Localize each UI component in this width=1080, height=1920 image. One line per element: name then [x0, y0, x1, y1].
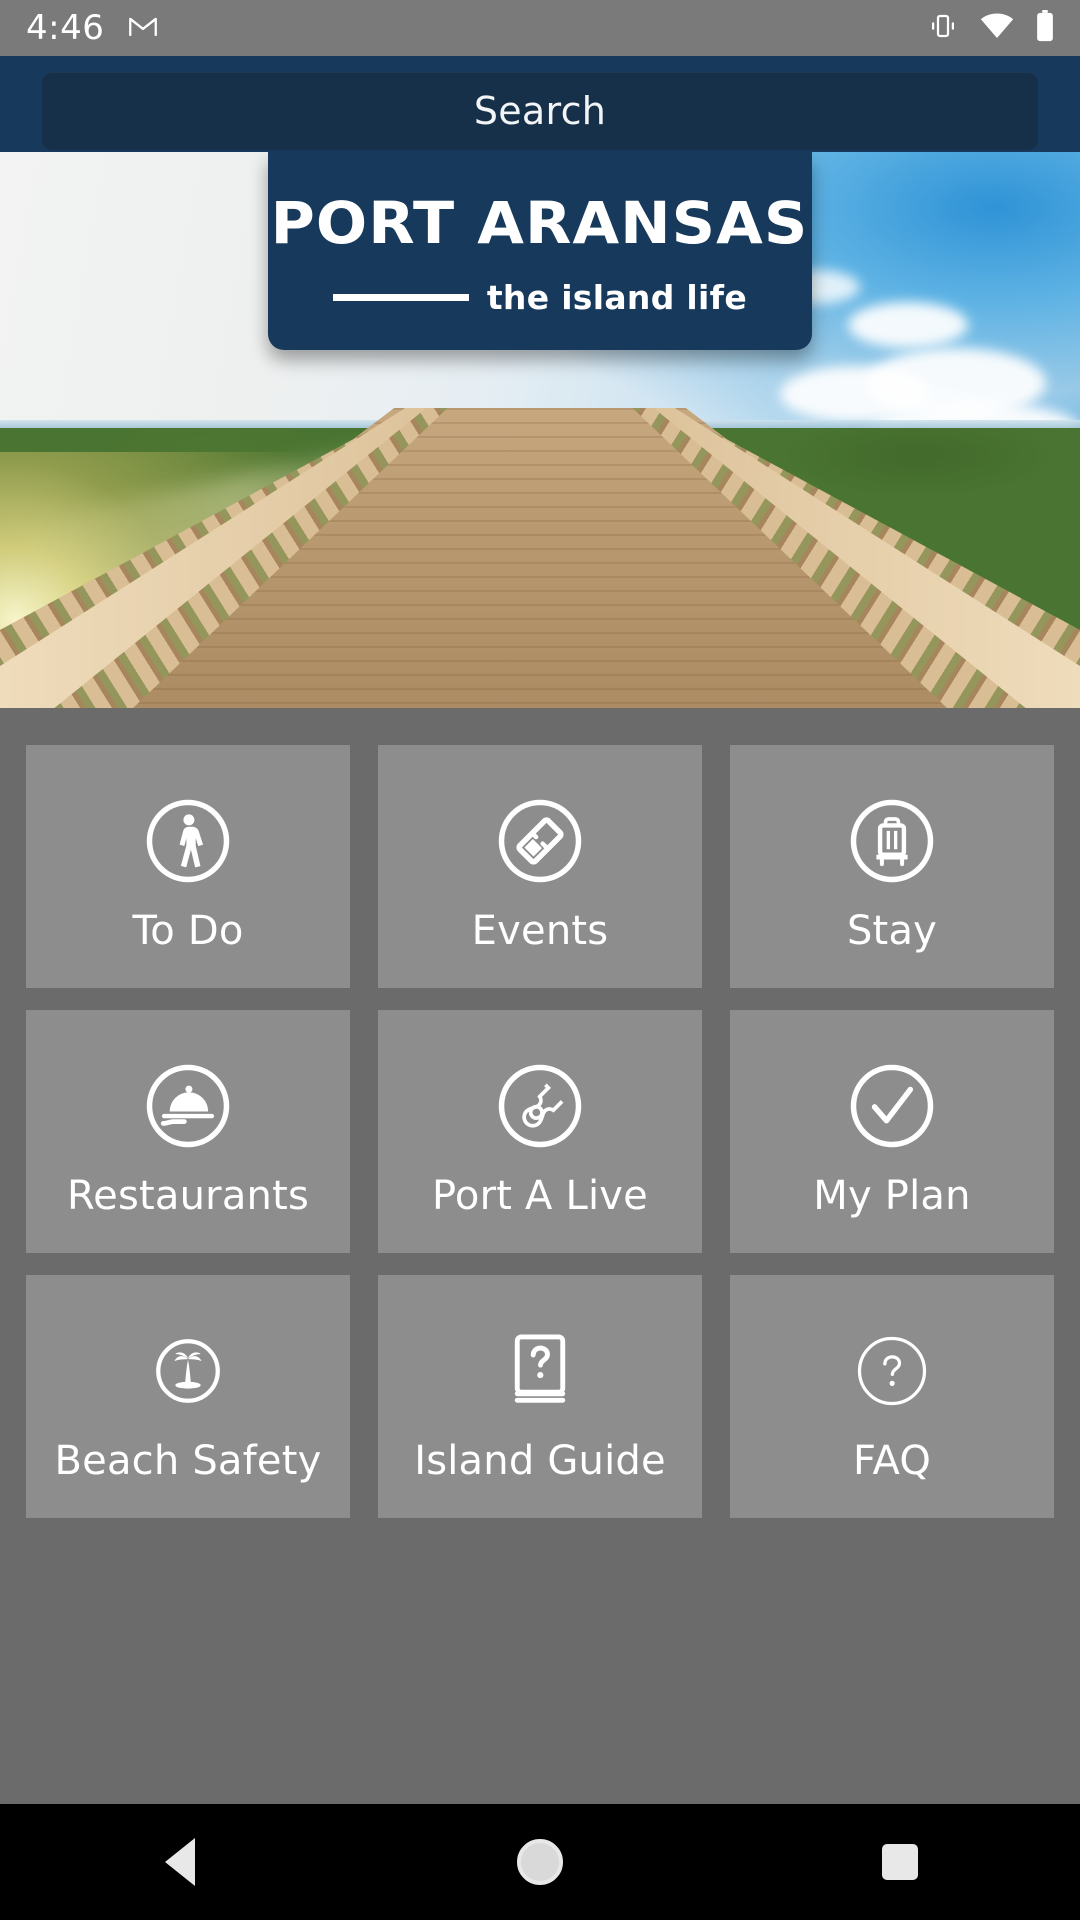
- port-aransas-logo: PORT ARANSAS the island life: [268, 152, 812, 350]
- cloud-shape: [848, 302, 968, 348]
- app-root: 4:46 Search PORT ARANSAS the island life…: [0, 0, 1080, 1920]
- room-service-icon: [144, 1058, 232, 1154]
- back-triangle-icon: [165, 1838, 195, 1886]
- logo-tagline-row: the island life: [333, 278, 747, 317]
- vibrate-icon: [928, 11, 958, 46]
- tile-label: Stay: [846, 908, 938, 954]
- battery-icon: [1036, 9, 1054, 47]
- logo-tagline: the island life: [486, 277, 747, 317]
- tile-my-plan[interactable]: My Plan: [730, 1010, 1054, 1253]
- logo-rule: [333, 293, 469, 301]
- back-button[interactable]: [120, 1804, 240, 1920]
- recents-button[interactable]: [840, 1804, 960, 1920]
- status-bar-notification-icons: [126, 9, 160, 48]
- status-bar-clock: 4:46: [26, 8, 105, 48]
- tile-label: To Do: [132, 908, 244, 954]
- tile-to-do[interactable]: To Do: [26, 745, 350, 988]
- logo-title: PORT ARANSAS: [271, 188, 809, 257]
- tile-port-a-live[interactable]: Port A Live: [378, 1010, 702, 1253]
- android-navigation-bar: [0, 1804, 1080, 1920]
- guitar-icon: [496, 1058, 584, 1154]
- app-header: Search: [0, 56, 1080, 152]
- tile-stay[interactable]: Stay: [730, 745, 1054, 988]
- tile-island-guide[interactable]: Island Guide: [378, 1275, 702, 1518]
- tile-label: Beach Safety: [54, 1438, 322, 1484]
- tile-label: Restaurants: [66, 1173, 310, 1219]
- recents-square-icon: [882, 1844, 918, 1880]
- status-bar-system-icons: [928, 9, 1054, 47]
- tile-faq[interactable]: FAQ: [730, 1275, 1054, 1518]
- tile-label: Events: [471, 908, 609, 954]
- palm-tree-icon: [154, 1323, 222, 1419]
- tile-label: My Plan: [813, 1173, 971, 1219]
- tile-events[interactable]: Events: [378, 745, 702, 988]
- luggage-icon: [848, 793, 936, 889]
- tile-label: FAQ: [852, 1438, 932, 1484]
- search-input-label: Search: [473, 89, 607, 133]
- check-circle-icon: [848, 1058, 936, 1154]
- wifi-icon: [980, 13, 1014, 44]
- tile-label: Island Guide: [414, 1438, 666, 1484]
- home-button[interactable]: [480, 1804, 600, 1920]
- ticket-icon: [496, 793, 584, 889]
- tile-restaurants[interactable]: Restaurants: [26, 1010, 350, 1253]
- tile-row: To Do Events Stay: [26, 745, 1054, 988]
- walking-person-icon: [144, 793, 232, 889]
- main-tile-grid: To Do Events Stay Restaurants Port A Liv…: [0, 708, 1080, 1804]
- tile-beach-safety[interactable]: Beach Safety: [26, 1275, 350, 1518]
- tile-label: Port A Live: [432, 1173, 648, 1219]
- book-question-icon: [506, 1323, 574, 1419]
- question-circle-icon: [853, 1323, 931, 1419]
- status-bar: 4:46: [0, 0, 1080, 56]
- tile-row: Beach Safety Island Guide FAQ: [26, 1275, 1054, 1518]
- home-circle-icon: [517, 1839, 563, 1885]
- gmail-icon: [126, 9, 160, 48]
- hero-banner: PORT ARANSAS the island life: [0, 152, 1080, 708]
- tile-row: Restaurants Port A Live My Plan: [26, 1010, 1054, 1253]
- search-input[interactable]: Search: [42, 72, 1038, 150]
